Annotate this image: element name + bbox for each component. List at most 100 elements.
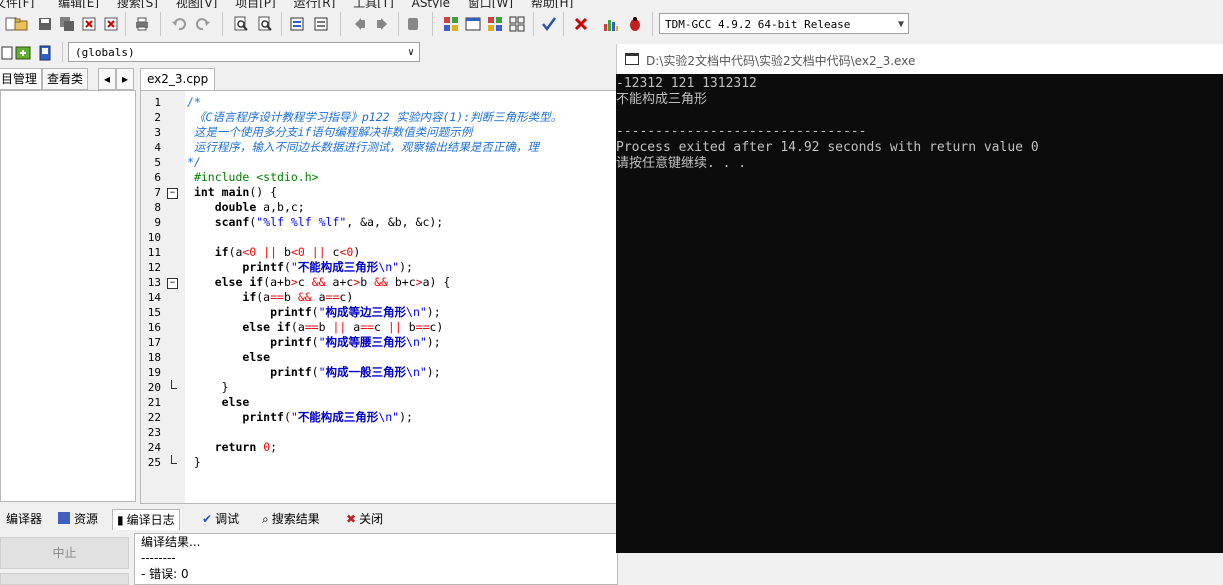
project-tree[interactable] (0, 90, 136, 502)
tab-class-view[interactable]: 查看类 (42, 68, 89, 90)
menu-astyle[interactable]: AStyle (412, 0, 450, 8)
open-file-icon[interactable] (10, 13, 32, 35)
close-file-icon[interactable] (78, 13, 100, 35)
code-line[interactable]: 24 return 0; (141, 440, 621, 455)
replace-icon[interactable] (254, 13, 276, 35)
line-number: 22 (147, 411, 161, 424)
bookmark-next-icon[interactable] (372, 13, 394, 35)
unindent-icon[interactable] (310, 13, 332, 35)
code-line[interactable]: 5 */ (141, 155, 621, 170)
compile-run-icon[interactable] (484, 13, 506, 35)
menu-help[interactable]: 帮助[H] (531, 0, 573, 8)
code-line[interactable]: 22 printf("不能构成三角形\n"); (141, 410, 621, 425)
code-line[interactable]: 3 这是一个使用多分支if语句编程解决非数值类问题示例 (141, 125, 621, 140)
undo-icon[interactable] (168, 13, 190, 35)
debug-icon[interactable] (624, 13, 646, 35)
tab-resources[interactable]: 资源 (54, 509, 102, 529)
menu-tools[interactable]: 工具[T] (353, 0, 394, 8)
line-number: 7 (154, 186, 161, 199)
print-icon[interactable] (131, 13, 153, 35)
code-line[interactable]: 20 } (141, 380, 621, 395)
compiler-select[interactable]: TDM-GCC 4.9.2 64-bit Release ▼ (659, 13, 909, 34)
scope-select[interactable]: (globals) ∨ (68, 42, 420, 62)
code-line[interactable]: 13− else if(a+b>c && a+c>b && b+c>a) { (141, 275, 621, 290)
menu-view[interactable]: 视图[V] (176, 0, 218, 8)
code-line[interactable]: 21 else (141, 395, 621, 410)
toggle-comment-icon[interactable] (402, 13, 424, 35)
console-line: -12312 121 1312312 (616, 76, 757, 91)
code-line[interactable]: 11 if(a<0 || b<0 || c<0) (141, 245, 621, 260)
tab-project-manager[interactable]: 目管理 (0, 68, 43, 90)
tab-compiler-label: 编译器 (6, 512, 43, 526)
console-titlebar[interactable]: D:\实验2文档中代码\实验2文档中代码\ex2_3.exe (616, 44, 1223, 74)
code-text: if(a==b && a==c) (242, 290, 354, 304)
tab-ex2-3-cpp[interactable]: ex2_3.cpp (140, 68, 216, 91)
tab-close[interactable]: ✖ 关闭 (342, 509, 387, 529)
code-line[interactable]: 12 printf("不能构成三角形\n"); (141, 260, 621, 275)
clean-icon[interactable] (570, 13, 592, 35)
line-number: 24 (147, 441, 161, 454)
menu-project[interactable]: 项目[P] (235, 0, 276, 8)
line-number: 9 (154, 216, 161, 229)
line-number: 14 (147, 291, 161, 304)
tab-search-results[interactable]: ⌕ 搜索结果 (258, 509, 324, 529)
code-line[interactable]: 10 (141, 230, 621, 245)
code-line[interactable]: 4 运行程序，输入不同边长数据进行测试，观察输出结果是否正确，理 (141, 140, 621, 155)
save-icon[interactable] (34, 13, 56, 35)
code-line[interactable]: 2 《C语言程序设计教程学习指导》p122 实验内容(1):判断三角形类型。 (141, 110, 621, 125)
menu-file[interactable]: 文件[F] (0, 0, 34, 8)
tab-debug[interactable]: ✔ 调试 (198, 509, 243, 529)
main-toolbar: TDM-GCC 4.9.2 64-bit Release ▼ (0, 8, 1223, 41)
scroll-left-icon[interactable]: ◂ (98, 68, 116, 90)
menu-window[interactable]: 窗口[W] (468, 0, 513, 8)
code-line[interactable]: 9 scanf("%lf %lf %lf", &a, &b, &c); (141, 215, 621, 230)
code-line[interactable]: 1 /* (141, 95, 621, 110)
save-all-icon[interactable] (56, 13, 78, 35)
stop-button[interactable]: 中止 (0, 537, 129, 569)
code-line[interactable]: 18 else (141, 350, 621, 365)
code-text: else (221, 395, 250, 409)
insert-icon[interactable] (12, 42, 34, 64)
line-number: 17 (147, 336, 161, 349)
code-text: else if(a==b || a==c || b==c) (242, 320, 444, 334)
menu-search[interactable]: 搜索[S] (117, 0, 158, 8)
redo-icon[interactable] (192, 13, 214, 35)
scroll-right-icon[interactable]: ▸ (116, 68, 134, 90)
fold-toggle-icon[interactable]: − (167, 188, 178, 199)
code-line[interactable]: 8 double a,b,c; (141, 200, 621, 215)
line-number: 2 (154, 111, 161, 124)
code-line[interactable]: 17 printf("构成等腰三角形\n"); (141, 335, 621, 350)
menu-run[interactable]: 运行[R] (294, 0, 336, 8)
code-line[interactable]: 7− int main() { (141, 185, 621, 200)
code-line[interactable]: 25 } (141, 455, 621, 470)
code-editor[interactable]: 1/* 2 《C语言程序设计教程学习指导》p122 实验内容(1):判断三角形类型… (140, 90, 622, 504)
syntax-check-icon[interactable] (538, 13, 560, 35)
code-line[interactable]: 23 (141, 425, 621, 440)
line-number: 4 (154, 141, 161, 154)
code-line[interactable]: 19 printf("构成一般三角形\n"); (141, 365, 621, 380)
code-line[interactable]: 16 else if(a==b || a==c || b==c) (141, 320, 621, 335)
run-icon[interactable] (462, 13, 484, 35)
compile-icon[interactable] (440, 13, 462, 35)
tab-compiler[interactable]: 编译器 (2, 509, 46, 529)
profile-icon[interactable] (600, 13, 622, 35)
close-all-icon[interactable] (100, 13, 122, 35)
line-number: 1 (154, 96, 161, 109)
bookmark-prev-icon[interactable] (348, 13, 370, 35)
rebuild-icon[interactable] (506, 13, 528, 35)
goto-definition-icon[interactable] (34, 42, 56, 64)
console-output[interactable]: -12312 121 1312312 不能构成三角形 -------------… (616, 74, 1223, 553)
indent-icon[interactable] (286, 13, 308, 35)
code-text: return 0; (214, 440, 278, 454)
fold-toggle-icon[interactable]: − (167, 278, 178, 289)
output-line: 编译结果... (141, 535, 201, 549)
code-line[interactable]: 6 #include <stdio.h> (141, 170, 621, 185)
line-number: 18 (147, 351, 161, 364)
code-line[interactable]: 15 printf("构成等边三角形\n"); (141, 305, 621, 320)
tab-compile-log[interactable]: ▮ 编译日志 (112, 509, 180, 530)
line-number: 8 (154, 201, 161, 214)
code-line[interactable]: 14 if(a==b && a==c) (141, 290, 621, 305)
find-icon[interactable] (230, 13, 252, 35)
secondary-button[interactable] (0, 573, 129, 585)
menu-edit[interactable]: 编辑[E] (58, 0, 99, 8)
